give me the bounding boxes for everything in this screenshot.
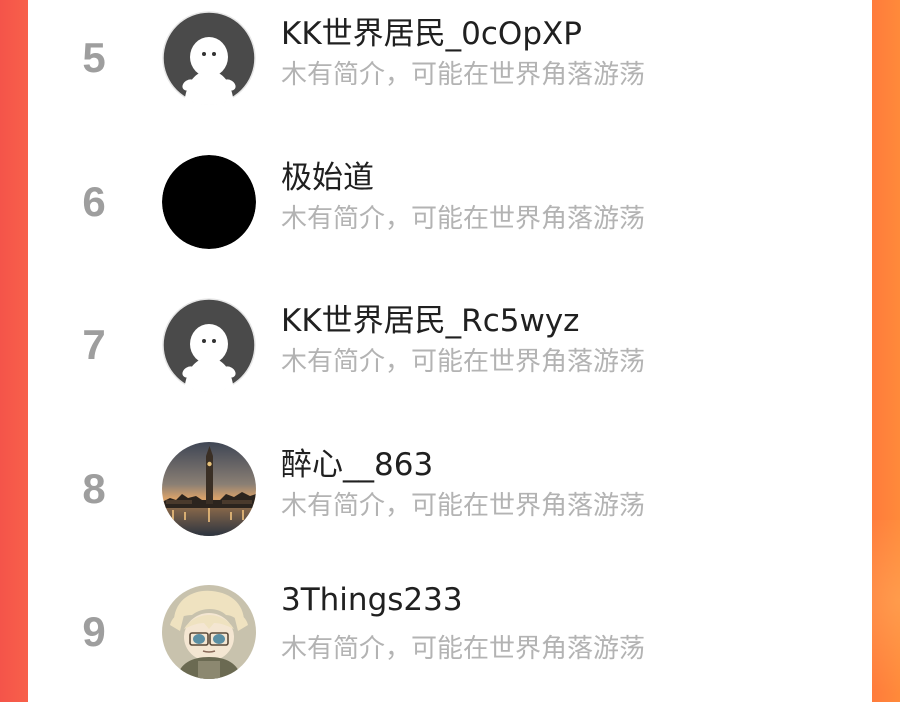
user-name[interactable]: KK世界居民_Rc5wyz bbox=[281, 295, 579, 340]
default-avatar-icon[interactable] bbox=[162, 298, 256, 392]
anime-avatar[interactable] bbox=[162, 585, 256, 679]
rank-number: 5 bbox=[82, 34, 106, 81]
leaderboard-card: 5 KK世界居民_0cOpXP 木有简介，可能在世界角落游荡 6 极始道 木有简… bbox=[28, 0, 872, 702]
user-bio: 木有简介，可能在世界角落游荡 bbox=[281, 634, 646, 664]
leaderboard-row[interactable]: 9 3Things233 木有简介，可能在世界角落游荡 bbox=[28, 574, 872, 702]
leaderboard-row[interactable]: 8 醉心__863 木有简介，可能在世界角落游荡 bbox=[28, 431, 872, 574]
user-bio: 木有简介，可能在世界角落游荡 bbox=[281, 60, 646, 90]
user-name[interactable]: 极始道 bbox=[281, 152, 374, 197]
user-bio: 木有简介，可能在世界角落游荡 bbox=[281, 491, 646, 521]
user-bio: 木有简介，可能在世界角落游荡 bbox=[281, 347, 646, 377]
default-avatar-icon[interactable] bbox=[162, 11, 256, 105]
black-avatar[interactable] bbox=[162, 155, 256, 249]
user-name[interactable]: 醉心__863 bbox=[281, 439, 433, 484]
leaderboard-row[interactable]: 6 极始道 木有简介，可能在世界角落游荡 bbox=[28, 144, 872, 287]
rank-number: 6 bbox=[82, 178, 106, 225]
rank-number: 7 bbox=[82, 321, 106, 368]
rank-number: 8 bbox=[82, 465, 106, 512]
leaderboard-row[interactable]: 5 KK世界居民_0cOpXP 木有简介，可能在世界角落游荡 bbox=[28, 0, 872, 143]
user-name[interactable]: KK世界居民_0cOpXP bbox=[281, 8, 582, 53]
city-photo-avatar[interactable] bbox=[162, 442, 256, 536]
user-name[interactable]: 3Things233 bbox=[281, 582, 463, 618]
rank-number: 9 bbox=[82, 608, 106, 655]
user-bio: 木有简介，可能在世界角落游荡 bbox=[281, 204, 646, 234]
leaderboard-row[interactable]: 7 KK世界居民_Rc5wyz 木有简介，可能在世界角落游荡 bbox=[28, 287, 872, 430]
